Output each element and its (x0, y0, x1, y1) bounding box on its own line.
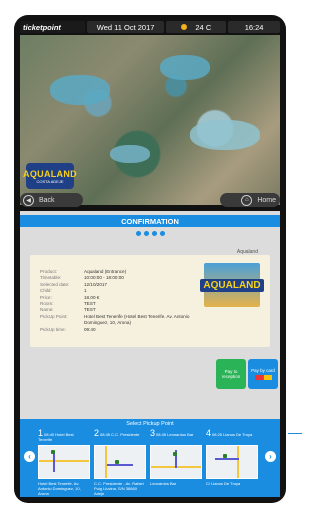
temperature: 24 C (195, 22, 212, 32)
confirmation-panel: CONFIRMATION Aqualand Product: Aqualand (… (20, 211, 280, 421)
back-arrow-icon: ◀ (23, 194, 34, 206)
kiosk-screen: ticketpoint Wed 11 Oct 2017 24 C 16:24 A… (14, 15, 286, 503)
step-dot (135, 231, 141, 236)
pay-card-button[interactable]: Pay by card (248, 359, 278, 389)
back-button[interactable]: ◀ Back (20, 193, 83, 207)
map-pin-icon (223, 454, 227, 458)
clock: 16:24 (228, 21, 280, 33)
hero-aerial-photo: AQUALAND COSTA ADEJE (20, 35, 280, 205)
brand-logo: ticketpoint (20, 21, 85, 33)
booking-summary-card: Aqualand Product: Aqualand (Entrance) Tim… (30, 249, 270, 347)
home-label: Home (257, 196, 276, 204)
product-thumbnail: AQUALAND (200, 263, 264, 307)
aqualand-logo: AQUALAND COSTA ADEJE (23, 163, 77, 189)
pickup-stop-3[interactable]: 308:45 Leonardos Bar Leonardos Bar (150, 429, 202, 495)
pool-shape (50, 75, 110, 105)
booking-details: Product: Aqualand (Entrance) Timetable: 10… (40, 269, 190, 333)
pickup-selector: Select Pickup Point ‹ 108:40 Hotel Best … (20, 419, 280, 497)
map-thumbnail (38, 445, 90, 479)
pickup-stop-2[interactable]: 208:45 C.C. Presidente C.C. Presidente -… (94, 429, 146, 496)
pickup-stop-1[interactable]: 108:40 Hotel Best Tenerife Hotel Best Te… (38, 429, 90, 496)
pickup-title: Select Pickup Point (126, 421, 174, 427)
map-pin-icon (51, 450, 55, 454)
weather-display: 24 C (166, 21, 227, 33)
pointer-line (288, 433, 302, 434)
credit-card-icon (254, 375, 272, 380)
vendor-name: Aqualand (236, 249, 258, 255)
map-thumbnail (150, 445, 202, 479)
status-bar: ticketpoint Wed 11 Oct 2017 24 C 16:24 (20, 21, 280, 33)
map-pin-icon (173, 452, 177, 456)
step-indicator (20, 231, 280, 236)
back-label: Back (39, 196, 55, 204)
step-dot (159, 231, 165, 236)
pickup-stop-4[interactable]: 408:25 Llanos De Troya C/ Llanos De Troy… (206, 429, 258, 495)
step-dot (151, 231, 157, 236)
detail-row: PickUp Point: Hotel Best Tenerife (Hotel … (40, 313, 190, 326)
home-button[interactable]: ⌂ Home (220, 193, 280, 207)
step-dot (143, 231, 149, 236)
scroll-right-button[interactable]: › (265, 451, 276, 462)
pool-shape (110, 145, 150, 163)
map-thumbnail (206, 445, 258, 479)
sun-icon (181, 24, 188, 30)
pool-shape (190, 120, 260, 150)
detail-row: PickUp time: 09:40 (40, 326, 96, 332)
map-pin-icon (115, 460, 119, 464)
confirmation-title: CONFIRMATION (20, 215, 280, 227)
date-display: Wed 11 Oct 2017 (86, 21, 165, 33)
home-icon: ⌂ (241, 194, 253, 206)
scroll-left-button[interactable]: ‹ (24, 451, 35, 462)
map-thumbnail (94, 445, 146, 479)
pool-shape (160, 55, 210, 80)
pay-reception-button[interactable]: Pay to reception (216, 359, 246, 389)
